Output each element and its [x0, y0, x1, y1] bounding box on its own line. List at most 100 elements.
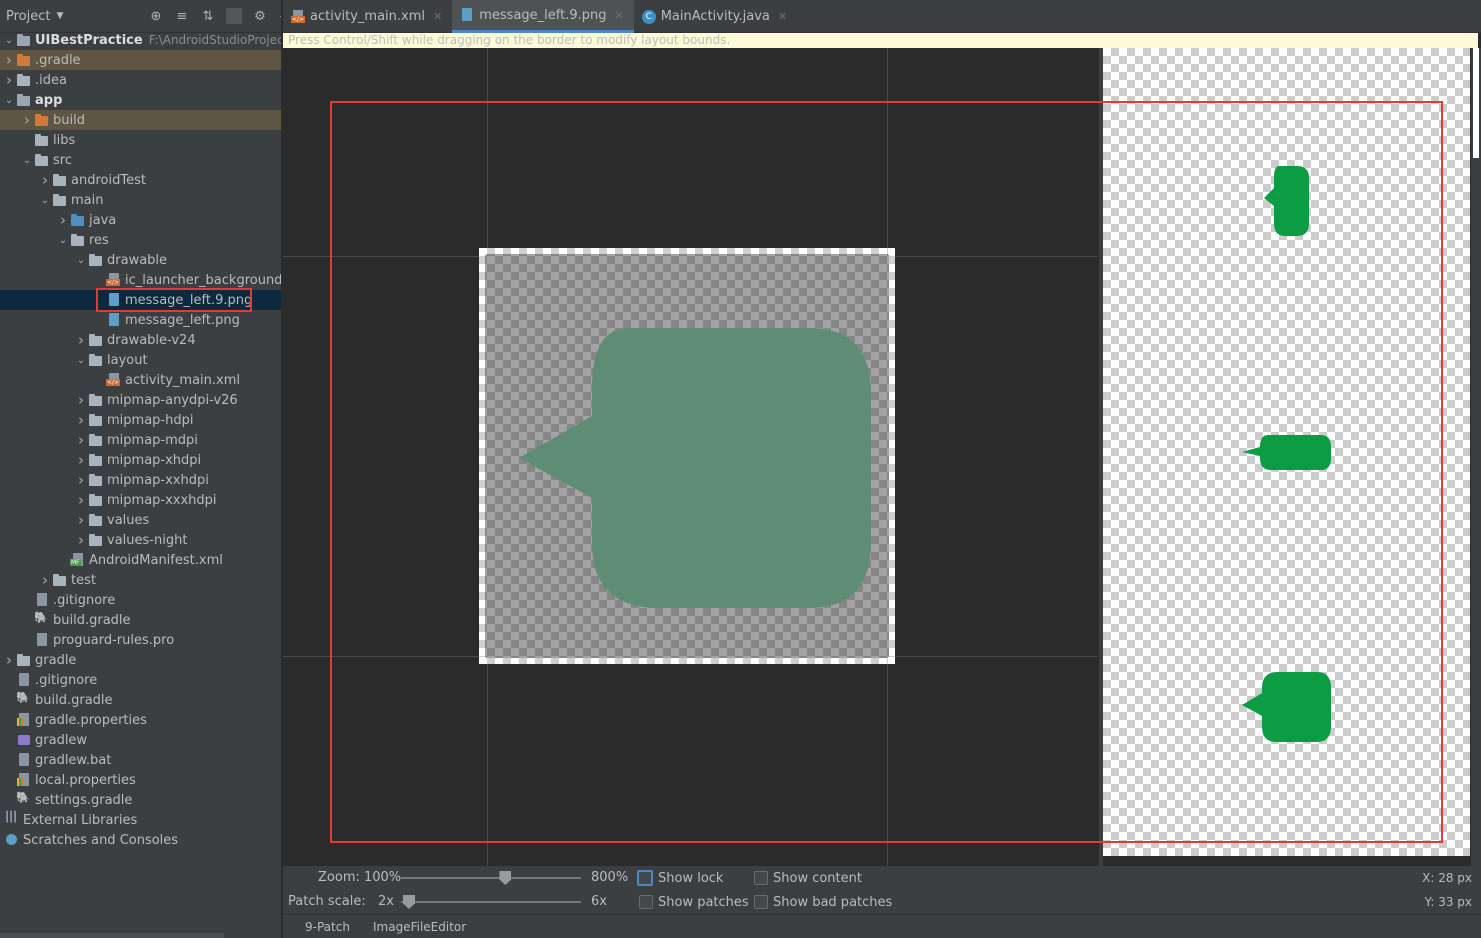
tree-item[interactable]: build.gradle [0, 610, 281, 630]
tree-item[interactable]: › mipmap-xxhdpi [0, 470, 281, 490]
preview-scrollbar[interactable] [1471, 48, 1481, 866]
tree-item[interactable]: › mipmap-xhdpi [0, 450, 281, 470]
chevron-down-icon[interactable]: ⌄ [20, 155, 34, 166]
ninepatch-image[interactable] [479, 248, 895, 664]
chevron-right-icon[interactable]: › [38, 171, 52, 189]
close-icon[interactable]: ✕ [615, 9, 624, 22]
show-patches-checkbox[interactable] [639, 895, 653, 909]
patch-scale-slider-handle[interactable] [403, 895, 415, 909]
globe-icon[interactable]: ⊕ [148, 8, 164, 24]
tree-item[interactable]: › build [0, 110, 281, 130]
chevron-right-icon[interactable]: › [2, 651, 16, 669]
zoom-slider-handle[interactable] [499, 871, 512, 885]
chevron-right-icon[interactable]: › [74, 451, 88, 469]
tree-item[interactable]: gradle.properties [0, 710, 281, 730]
tree-item[interactable]: build.gradle [0, 690, 281, 710]
horizontal-scrollbar[interactable] [0, 933, 224, 938]
tree-item[interactable]: › values [0, 510, 281, 530]
tree-item[interactable]: ⌄ UIBestPractice F:\AndroidStudioProjects\… [0, 30, 281, 50]
tree-item[interactable]: › androidTest [0, 170, 281, 190]
patch-scale-slider[interactable] [401, 901, 581, 903]
show-patches-label[interactable]: Show patches [658, 895, 749, 910]
tree-item[interactable]: ⌄ res [0, 230, 281, 250]
chevron-right-icon[interactable]: › [74, 431, 88, 449]
tree-item[interactable]: local.properties [0, 770, 281, 790]
chevron-right-icon[interactable]: › [56, 211, 70, 229]
tree-item[interactable]: › mipmap-hdpi [0, 410, 281, 430]
tab-image-file-editor[interactable]: ImageFileEditor [373, 920, 466, 934]
preview-bubble-wide [1242, 435, 1331, 470]
tree-item[interactable]: › mipmap-anydpi-v26 [0, 390, 281, 410]
preview-scrollbar-thumb[interactable] [1473, 48, 1479, 158]
tree-item[interactable]: gradlew.bat [0, 750, 281, 770]
gear-icon[interactable]: ⚙ [252, 8, 268, 24]
tree-item[interactable]: ⌄ layout [0, 350, 281, 370]
tree-item[interactable]: message_left.png [0, 310, 281, 330]
tree-item[interactable]: ⌄ src [0, 150, 281, 170]
tree-item[interactable]: activity_main.xml [0, 370, 281, 390]
chevron-right-icon[interactable]: › [74, 511, 88, 529]
chevron-right-icon[interactable]: › [74, 531, 88, 549]
module-folder-icon [16, 93, 32, 107]
tree-item[interactable]: › values-night [0, 530, 281, 550]
tree-item[interactable]: ic_launcher_background.xml [0, 270, 281, 290]
tree-item[interactable]: gradlew [0, 730, 281, 750]
close-icon[interactable]: ✕ [778, 10, 787, 23]
chevron-right-icon[interactable]: › [74, 391, 88, 409]
chevron-down-icon[interactable]: ⌄ [2, 35, 16, 46]
project-view-selector[interactable]: Project [6, 9, 50, 24]
tree-item[interactable]: › gradle [0, 650, 281, 670]
chevron-right-icon[interactable]: › [20, 111, 34, 129]
tree-item[interactable]: Scratches and Consoles [0, 830, 281, 850]
tab-9-patch[interactable]: 9-Patch [305, 920, 350, 934]
minimize-icon[interactable]: — [278, 8, 282, 24]
close-icon[interactable]: ✕ [433, 10, 442, 23]
ninepatch-editor-canvas[interactable] [283, 48, 1098, 866]
tree-item[interactable]: External Libraries [0, 810, 281, 830]
show-bad-patches-label[interactable]: Show bad patches [773, 895, 892, 910]
editor-tab[interactable]: MainActivity.java ✕ [634, 0, 797, 33]
image-file-icon [106, 293, 122, 307]
tree-item[interactable]: libs [0, 130, 281, 150]
show-content-checkbox[interactable] [754, 871, 768, 885]
zoom-slider[interactable] [401, 877, 581, 879]
expand-icon[interactable]: ⇅ [200, 8, 216, 24]
chevron-right-icon[interactable]: › [74, 471, 88, 489]
show-lock-label[interactable]: Show lock [658, 871, 723, 886]
chevron-down-icon[interactable]: ⌄ [74, 255, 88, 266]
show-content-label[interactable]: Show content [773, 871, 862, 886]
chevron-right-icon[interactable]: › [2, 51, 16, 69]
tree-item[interactable]: ⌄ drawable [0, 250, 281, 270]
tree-item[interactable]: › .gradle [0, 50, 281, 70]
tree-item[interactable]: › drawable-v24 [0, 330, 281, 350]
tree-item[interactable]: › java [0, 210, 281, 230]
chevron-right-icon[interactable]: › [2, 71, 16, 89]
tree-item[interactable]: AndroidManifest.xml [0, 550, 281, 570]
tree-item[interactable]: message_left.9.png [0, 290, 281, 310]
tree-item[interactable]: › .idea [0, 70, 281, 90]
collapse-all-icon[interactable]: ≡ [174, 8, 190, 24]
tree-item[interactable]: ⌄ app [0, 90, 281, 110]
chevron-down-icon[interactable]: ▼ [56, 11, 63, 21]
chevron-down-icon[interactable]: ⌄ [56, 235, 70, 246]
tree-item[interactable]: › test [0, 570, 281, 590]
editor-tab[interactable]: activity_main.xml ✕ [283, 0, 452, 33]
editor-tab[interactable]: message_left.9.png ✕ [452, 0, 634, 33]
chevron-right-icon[interactable]: › [74, 331, 88, 349]
tree-item[interactable]: .gitignore [0, 590, 281, 610]
tree-item[interactable]: › mipmap-mdpi [0, 430, 281, 450]
chevron-right-icon[interactable]: › [74, 491, 88, 509]
chevron-down-icon[interactable]: ⌄ [2, 95, 16, 106]
tree-item[interactable]: › mipmap-xxxhdpi [0, 490, 281, 510]
tree-item[interactable]: ⌄ main [0, 190, 281, 210]
chevron-down-icon[interactable]: ⌄ [38, 195, 52, 206]
tree-item[interactable]: settings.gradle [0, 790, 281, 810]
chevron-right-icon[interactable]: › [74, 411, 88, 429]
show-bad-patches-checkbox[interactable] [754, 895, 768, 909]
tree-item-label: mipmap-hdpi [107, 412, 194, 428]
tree-item[interactable]: proguard-rules.pro [0, 630, 281, 650]
chevron-down-icon[interactable]: ⌄ [74, 355, 88, 366]
chevron-right-icon[interactable]: › [38, 571, 52, 589]
show-lock-checkbox[interactable] [637, 870, 653, 886]
tree-item[interactable]: .gitignore [0, 670, 281, 690]
